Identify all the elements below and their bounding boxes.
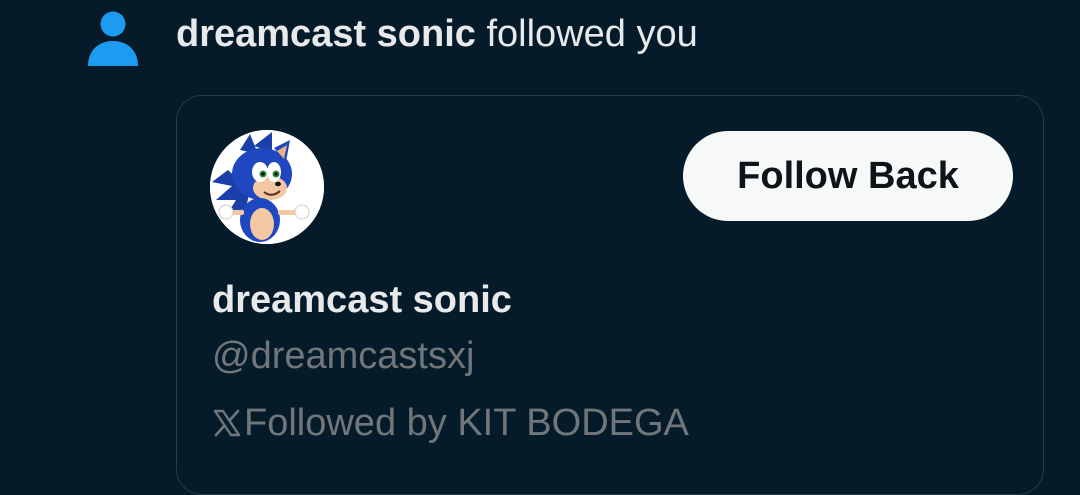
user-card[interactable]: Follow Back dreamcast sonic @dreamcastsx… xyxy=(176,95,1044,495)
action-text: followed you xyxy=(486,13,698,55)
followed-by-text: Followed by KIT BODEGA xyxy=(244,402,689,444)
follow-back-button[interactable]: Follow Back xyxy=(683,131,1013,221)
notification-text: dreamcast sonic followed you xyxy=(176,10,698,58)
sonic-avatar-image xyxy=(210,130,324,244)
x-logo-icon xyxy=(213,409,241,437)
user-handle[interactable]: @dreamcastsxj xyxy=(212,332,474,380)
avatar[interactable] xyxy=(210,130,324,244)
display-name[interactable]: dreamcast sonic xyxy=(212,276,512,324)
person-icon xyxy=(88,11,138,66)
followed-by-line: Followed by KIT BODEGA xyxy=(212,399,689,447)
actor-name[interactable]: dreamcast sonic xyxy=(176,13,476,55)
follow-notification[interactable]: dreamcast sonic followed you Follow Back… xyxy=(0,0,1080,495)
